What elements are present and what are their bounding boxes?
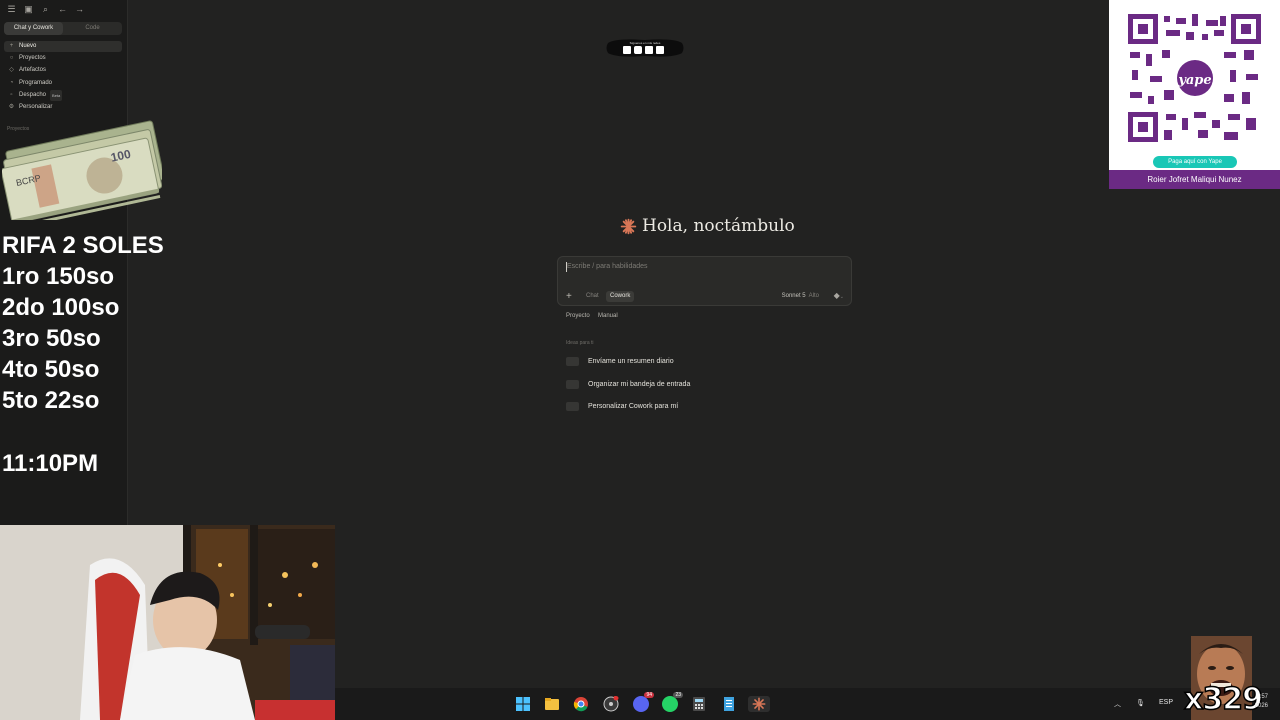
sidebar-item-proyectos[interactable]: ○ Proyectos: [4, 53, 122, 64]
chrome-icon[interactable]: [573, 696, 589, 712]
sidebar-item-artefactos[interactable]: ◇ Artefactos: [4, 65, 122, 76]
webcam-feed: [0, 525, 335, 720]
mode-switch: Chat y Cowork Code: [4, 22, 122, 35]
sidebar-top-icons: ☰ ▣ ⌕ ← →: [6, 4, 85, 15]
discord-icon[interactable]: 94: [633, 692, 654, 712]
screen: ☰ ▣ ⌕ ← → Chat y Cowork Code + Nuevo ○ P…: [0, 0, 1280, 720]
whatsapp-icon[interactable]: 23: [662, 692, 683, 712]
sidebar-item-label: Proyectos: [19, 55, 46, 61]
claude-app-icon: [752, 697, 766, 711]
composer-placeholder[interactable]: Escribe / para habilidades: [567, 263, 648, 270]
claude-logo-icon: [620, 218, 637, 234]
money-stack-image: BCRP 100: [2, 120, 162, 220]
discord-badge: 94: [644, 692, 654, 698]
system-clock[interactable]: :57 2026: [1254, 693, 1268, 711]
beta-badge: Beta: [50, 90, 63, 101]
raffle-prize: 2do 100so: [2, 294, 120, 321]
mode-cowork-button[interactable]: Cowork: [606, 291, 635, 302]
file-explorer-icon[interactable]: [544, 696, 560, 712]
idea-label: Personalizar Cowork para mí: [588, 403, 679, 410]
new-chat-button[interactable]: + Nuevo: [4, 41, 122, 52]
sidebar-item-label: Despacho: [19, 92, 47, 98]
taskbar: 94 23 ︿ 🎙 ESP: [335, 688, 1280, 720]
account-owner-name: Roier Jofret Maliqui Nunez: [1109, 170, 1280, 189]
microphone-icon[interactable]: 🎙: [1136, 699, 1145, 707]
search-icon[interactable]: ⌕: [40, 4, 51, 15]
folder-icon: ○: [9, 55, 14, 61]
idea-label: Envíame un resumen diario: [588, 358, 674, 365]
manual-tab[interactable]: Manual: [598, 313, 618, 319]
project-tab[interactable]: Proyecto: [566, 313, 590, 319]
overlay-counter: x329: [1183, 681, 1263, 718]
tab-chat-cowork[interactable]: Chat y Cowork: [4, 22, 63, 35]
back-arrow-icon[interactable]: ←: [57, 4, 68, 15]
clock-date: 2026: [1254, 703, 1268, 709]
windows-start-icon[interactable]: [515, 696, 531, 712]
settings-icon: [566, 402, 579, 411]
sidebar-item-despacho[interactable]: ▫ Despacho Beta: [4, 90, 122, 101]
inbox-icon: [566, 380, 579, 389]
input-language[interactable]: ESP: [1159, 699, 1173, 706]
tab-code[interactable]: Code: [63, 22, 122, 35]
raffle-panel: RIFA 2 SOLES 1ro 150so 2do 100so 3ro 50s…: [2, 230, 164, 416]
greeting-text: Hola, noctámbulo: [642, 216, 795, 236]
raffle-title: RIFA 2 SOLES: [2, 232, 164, 259]
new-chat-label: Nuevo: [19, 43, 37, 49]
notepad-icon[interactable]: [721, 696, 737, 712]
sidebar-item-programado[interactable]: ◔ Programado: [4, 78, 122, 89]
sidebar-toggle-icon[interactable]: ▣: [23, 4, 34, 15]
calculator-icon[interactable]: [691, 696, 707, 712]
obs-icon[interactable]: [603, 696, 619, 712]
idea-item[interactable]: Personalizar Cowork para mí: [566, 402, 678, 411]
raffle-time: 11:10PM: [2, 450, 99, 477]
pay-with-yape-button: Paga aquí con Yape: [1153, 156, 1237, 168]
greeting: Hola, noctámbulo: [620, 216, 795, 236]
claude-taskbar-button[interactable]: [748, 696, 770, 712]
mode-chat-button[interactable]: Chat: [582, 291, 603, 302]
sidebar-item-label: Artefactos: [19, 67, 47, 73]
social-badge-text: Síguenos en mis redes: [630, 41, 661, 45]
ideas-label: Ideas para ti: [566, 340, 594, 346]
clock-icon: ◔: [9, 80, 14, 86]
whatsapp-badge: 23: [673, 692, 683, 698]
menu-icon[interactable]: ☰: [6, 4, 17, 15]
tray-chevron-icon[interactable]: ︿: [1114, 699, 1121, 709]
composer[interactable]: Escribe / para habilidades + Chat Cowork…: [557, 256, 852, 306]
dispatch-icon: ▫: [10, 92, 13, 98]
raffle-prize: 1ro 150so: [2, 263, 115, 290]
raffle-prize: 4to 50so: [2, 356, 100, 383]
plus-icon: +: [9, 43, 14, 49]
idea-item[interactable]: Envíame un resumen diario: [566, 357, 674, 366]
effort-level: Alto: [808, 293, 819, 299]
artifacts-icon: ◇: [9, 67, 14, 73]
raffle-prize: 5to 22so: [2, 387, 100, 414]
idea-item[interactable]: Organizar mi bandeja de entrada: [566, 380, 690, 389]
social-media-badge: Síguenos en mis redes: [606, 39, 684, 57]
qr-code-image: yape: [1128, 14, 1261, 142]
clock-time: :57: [1259, 694, 1268, 700]
mail-icon: [566, 357, 579, 366]
forward-arrow-icon[interactable]: →: [74, 4, 85, 15]
model-name: Sonnet 5: [781, 293, 806, 299]
yape-qr-panel: yape Paga aquí con Yape Roier Jofret Mal…: [1109, 0, 1280, 189]
sidebar-item-label: Programado: [19, 80, 53, 86]
raffle-prize: 3ro 50so: [2, 325, 101, 352]
model-selector[interactable]: Sonnet 5 Alto: [782, 293, 819, 299]
add-attachment-button[interactable]: +: [566, 291, 572, 302]
send-icon[interactable]: ◆⌄: [834, 291, 844, 300]
yape-logo-text: yape: [1177, 73, 1211, 88]
idea-label: Organizar mi bandeja de entrada: [588, 381, 691, 388]
